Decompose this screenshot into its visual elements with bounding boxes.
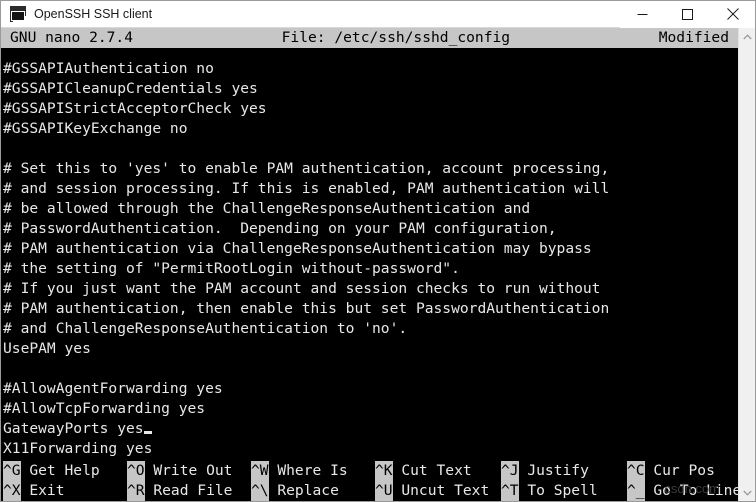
- shortcut-label: Get Help: [20, 462, 100, 479]
- shortcut-key: ^U: [375, 481, 393, 501]
- code-line: #GSSAPIStrictAcceptorCheck yes: [3, 100, 267, 117]
- nano-filename-label: File: /etc/ssh/sshd_config: [281, 29, 511, 46]
- nano-text-buffer[interactable]: #GSSAPIAuthentication no #GSSAPICleanupCr…: [1, 48, 738, 461]
- vertical-scrollbar[interactable]: [738, 28, 755, 501]
- chevron-up-icon: [742, 33, 752, 39]
- minimize-button[interactable]: [620, 1, 665, 28]
- code-line: # the setting of "PermitRootLogin withou…: [3, 260, 460, 277]
- window-title: OpenSSH SSH client: [34, 7, 153, 21]
- shortcut-key: ^O: [127, 461, 145, 481]
- shortcut-item[interactable]: ^O Write Out: [127, 461, 251, 481]
- minimize-icon: [637, 13, 648, 15]
- scrollbar-track[interactable]: [739, 45, 755, 484]
- code-line: GatewayPorts yes: [3, 419, 738, 439]
- terminal-area: GNU nano 2.7.4 File: /etc/ssh/sshd_confi…: [1, 28, 755, 501]
- shortcut-row-2: ^X Exit ^R Read File ^\ Replace ^U Uncut Te…: [3, 481, 738, 501]
- shortcut-key: ^G: [3, 461, 21, 481]
- shortcut-row-1: ^G Get Help ^O Write Out ^W Where Is ^K Cut…: [3, 461, 738, 481]
- scroll-up-button[interactable]: [739, 28, 755, 45]
- code-line: #GSSAPICleanupCredentials yes: [3, 80, 258, 97]
- shortcut-key: ^C: [627, 461, 645, 481]
- shortcut-label: Read File: [144, 482, 233, 499]
- shortcut-key: ^W: [251, 461, 269, 481]
- shortcut-key: ^R: [127, 481, 145, 501]
- shortcut-item[interactable]: ^\ Replace: [251, 481, 375, 501]
- chevron-down-icon: [742, 490, 752, 496]
- shortcut-item[interactable]: ^G Get Help: [3, 461, 127, 481]
- shortcut-label: Go To Line: [644, 482, 738, 499]
- text-cursor: [143, 431, 153, 434]
- shortcut-label: Uncut Text: [392, 482, 490, 499]
- code-line: # If you just want the PAM account and s…: [3, 280, 601, 297]
- shortcut-key: ^K: [375, 461, 393, 481]
- code-line: # PasswordAuthentication. Depending on y…: [3, 220, 557, 237]
- shortcut-key: ^J: [501, 461, 519, 481]
- code-line: # Set this to 'yes' to enable PAM authen…: [3, 160, 610, 177]
- nano-modified-flag: Modified: [658, 29, 730, 46]
- maximize-icon: [682, 8, 693, 20]
- code-line: # PAM authentication, then enable this b…: [3, 300, 610, 317]
- openssh-terminal-window: OpenSSH SSH client GNU nano 2.7.4 File: …: [0, 0, 756, 502]
- close-icon: [726, 8, 739, 20]
- shortcut-item[interactable]: ^W Where Is: [251, 461, 375, 481]
- shortcut-key: ^\: [251, 481, 269, 501]
- shortcut-item[interactable]: ^K Cut Text: [375, 461, 501, 481]
- shortcut-label: To Spell: [518, 482, 598, 499]
- shortcut-label: Exit: [20, 482, 65, 499]
- shortcut-label: Cur Pos: [644, 462, 715, 479]
- code-line: # and session processing. If this is ena…: [3, 180, 610, 197]
- code-line: # PAM authentication via ChallengeRespon…: [3, 240, 592, 257]
- nano-shortcut-bar: ^G Get Help ^O Write Out ^W Where Is ^K Cut…: [1, 461, 738, 501]
- shortcut-label: Replace: [268, 482, 339, 499]
- code-line: #GSSAPIAuthentication no: [3, 60, 214, 77]
- nano-editor[interactable]: GNU nano 2.7.4 File: /etc/ssh/sshd_confi…: [1, 28, 738, 501]
- shortcut-key: ^T: [501, 481, 519, 501]
- code-line: #AllowAgentForwarding yes: [3, 380, 223, 397]
- code-line: UsePAM yes: [3, 340, 91, 357]
- console-window-icon: [10, 6, 26, 22]
- shortcut-label: Justify: [518, 462, 589, 479]
- shortcut-key: ^_: [627, 481, 645, 501]
- shortcut-item[interactable]: ^C Cur Pos: [627, 461, 738, 481]
- nano-status-bar: GNU nano 2.7.4 File: /etc/ssh/sshd_confi…: [1, 28, 738, 48]
- nano-version-label: GNU nano 2.7.4: [10, 29, 134, 46]
- shortcut-item[interactable]: ^J Justify: [501, 461, 627, 481]
- shortcut-item[interactable]: ^_ Go To Line: [627, 481, 738, 501]
- window-titlebar[interactable]: OpenSSH SSH client: [1, 1, 755, 28]
- shortcut-label: Where Is: [268, 462, 348, 479]
- code-line: X11Forwarding yes: [3, 440, 153, 457]
- shortcut-item[interactable]: ^R Read File: [127, 481, 251, 501]
- code-line: # be allowed through the ChallengeRespon…: [3, 200, 531, 217]
- shortcut-label: Write Out: [144, 462, 233, 479]
- shortcut-item[interactable]: ^X Exit: [3, 481, 127, 501]
- code-line: # and ChallengeResponseAuthentication to…: [3, 320, 408, 337]
- code-line: #AllowTcpForwarding yes: [3, 400, 206, 417]
- shortcut-item[interactable]: ^T To Spell: [501, 481, 627, 501]
- window-controls: [620, 1, 755, 28]
- scroll-down-button[interactable]: [739, 484, 755, 501]
- shortcut-key: ^X: [3, 481, 21, 501]
- shortcut-label: Cut Text: [392, 462, 472, 479]
- shortcut-item[interactable]: ^U Uncut Text: [375, 481, 501, 501]
- close-button[interactable]: [710, 1, 755, 28]
- code-line: #GSSAPIKeyExchange no: [3, 120, 188, 137]
- maximize-button[interactable]: [665, 1, 710, 28]
